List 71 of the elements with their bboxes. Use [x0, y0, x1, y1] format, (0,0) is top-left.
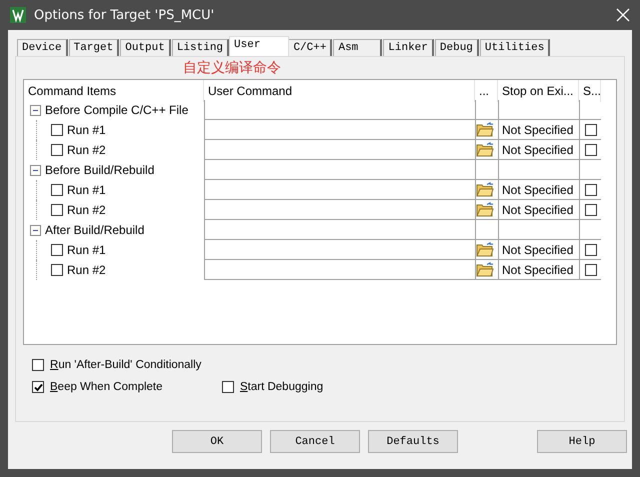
column-header[interactable]: Command Items	[24, 80, 204, 102]
column-header[interactable]: User Command	[204, 80, 475, 102]
checkbox[interactable]	[51, 124, 63, 136]
tab[interactable]: Output	[120, 39, 171, 56]
checkbox[interactable]	[584, 264, 596, 276]
checkbox[interactable]	[584, 144, 596, 156]
tab[interactable]: Device	[17, 39, 68, 56]
stop-on-exit-value[interactable]: Not Specified	[499, 202, 574, 216]
tab[interactable]: Target	[68, 39, 120, 56]
dialog-button[interactable]: Help	[537, 430, 627, 453]
tab[interactable]: Utilities	[480, 39, 550, 56]
checkbox[interactable]	[51, 244, 63, 256]
command-field[interactable]	[204, 260, 475, 280]
collapse-icon[interactable]	[30, 104, 41, 116]
option-label[interactable]: Start Debugging	[240, 381, 324, 393]
item-label[interactable]: Run #1	[67, 243, 106, 257]
checkbox[interactable]	[32, 381, 44, 393]
item-label[interactable]: Run #1	[67, 123, 106, 137]
checkbox[interactable]	[584, 124, 596, 136]
column-header[interactable]: Stop on Exi...	[498, 80, 579, 102]
dialog-button[interactable]: Cancel	[270, 430, 360, 453]
command-field[interactable]	[204, 120, 475, 140]
stop-on-exit-value[interactable]: Not Specified	[499, 242, 574, 256]
collapse-icon[interactable]	[30, 224, 41, 236]
tab[interactable]: User	[229, 36, 290, 56]
checkbox[interactable]	[584, 184, 596, 196]
column-header[interactable]: S...	[579, 80, 601, 102]
column-header[interactable]: ...	[475, 80, 498, 102]
checkbox[interactable]	[51, 204, 63, 216]
folder-icon[interactable]	[476, 242, 494, 257]
item-label[interactable]: Run #1	[67, 183, 106, 197]
tab[interactable]: C/C++	[288, 39, 332, 56]
checkbox[interactable]	[32, 359, 44, 371]
checkbox[interactable]	[584, 244, 596, 256]
dialog-button[interactable]: Defaults	[368, 430, 458, 453]
checkbox[interactable]	[584, 204, 596, 216]
item-label[interactable]: Run #2	[67, 203, 106, 217]
item-label[interactable]: Run #2	[67, 143, 106, 157]
stop-on-exit-value[interactable]: Not Specified	[499, 182, 574, 196]
tab[interactable]: Linker	[383, 39, 434, 56]
close-icon[interactable]	[616, 8, 630, 22]
tab[interactable]: Debug	[434, 39, 479, 56]
checkbox[interactable]	[222, 381, 234, 393]
folder-icon[interactable]	[476, 202, 494, 217]
checkbox[interactable]	[51, 184, 63, 196]
group-label[interactable]: Before Build/Rebuild	[45, 163, 154, 177]
command-field[interactable]	[204, 240, 475, 260]
stop-on-exit-value[interactable]: Not Specified	[499, 142, 574, 156]
app-logo-icon	[10, 7, 26, 23]
stop-on-exit-value[interactable]: Not Specified	[499, 122, 574, 136]
command-field[interactable]	[204, 200, 475, 220]
folder-icon[interactable]	[476, 182, 494, 197]
checkbox[interactable]	[51, 264, 63, 276]
folder-icon[interactable]	[476, 142, 494, 157]
folder-icon[interactable]	[476, 122, 494, 137]
option-label[interactable]: Run 'After-Build' Conditionally	[50, 359, 202, 371]
annotation-text: 自定义编译命令	[183, 59, 282, 78]
window-title: Options for Target 'PS_MCU'	[34, 8, 216, 22]
option-label[interactable]: Beep When Complete	[50, 381, 163, 393]
folder-icon[interactable]	[476, 262, 494, 277]
stop-on-exit-value[interactable]: Not Specified	[499, 262, 574, 276]
command-field[interactable]	[204, 180, 475, 200]
tab[interactable]: Asm	[333, 39, 382, 56]
group-label[interactable]: After Build/Rebuild	[45, 223, 144, 237]
item-label[interactable]: Run #2	[67, 263, 106, 277]
command-field[interactable]	[204, 140, 475, 160]
dialog-button[interactable]: OK	[172, 430, 262, 453]
tab[interactable]: Listing	[172, 39, 230, 56]
group-label[interactable]: Before Compile C/C++ File	[45, 103, 188, 117]
collapse-icon[interactable]	[30, 164, 41, 176]
checkbox[interactable]	[51, 144, 63, 156]
